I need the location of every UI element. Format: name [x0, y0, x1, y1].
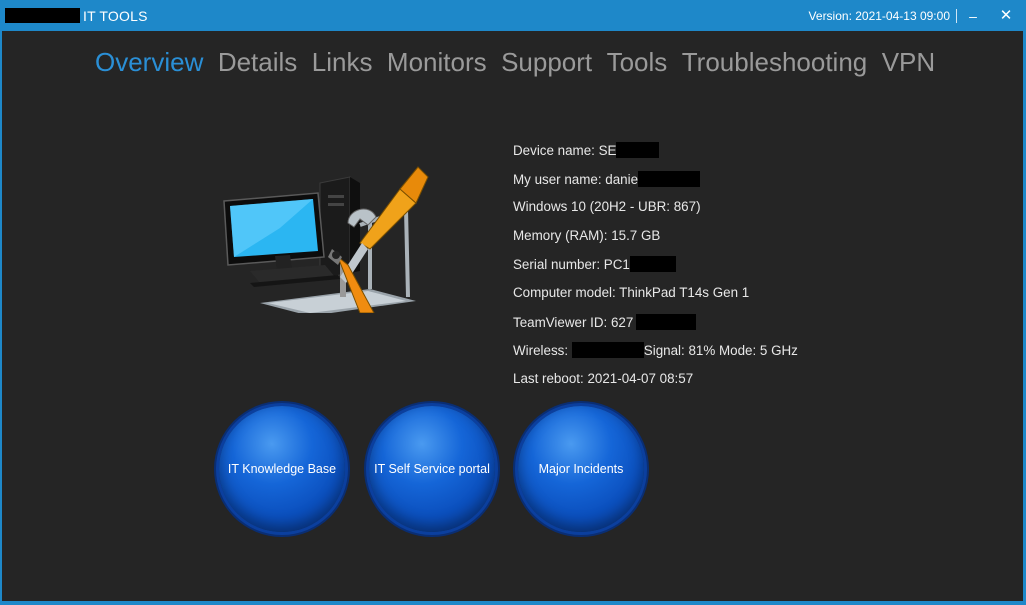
redaction: [629, 256, 676, 273]
version-label: Version: 2021-04-13 09:00: [808, 9, 950, 23]
title-divider: [956, 9, 957, 23]
teamviewer-label: TeamViewer ID: 627: [513, 314, 634, 330]
tab-tools[interactable]: Tools: [607, 47, 668, 78]
button-label: Major Incidents: [538, 462, 624, 476]
main-content: Overview Details Links Monitors Support …: [2, 31, 1023, 601]
serial-label: Serial number: PC1: [513, 257, 630, 273]
major-incidents-button[interactable]: Major Incidents: [518, 406, 644, 532]
it-self-service-portal-button[interactable]: IT Self Service portal: [369, 406, 495, 532]
user-name-row: My user name: danie: [513, 170, 798, 200]
app-window: IT TOOLS Version: 2021-04-13 09:00 – ✕ O…: [0, 0, 1026, 605]
wireless-row: Wireless: Signal: 81% Mode: 5 GHz: [513, 342, 798, 371]
redaction: [571, 342, 644, 359]
serial-row: Serial number: PC1: [513, 256, 798, 285]
wireless-label: Wireless:: [513, 343, 572, 359]
tab-vpn[interactable]: VPN: [882, 47, 935, 78]
wireless-signal: Signal: 81% Mode: 5 GHz: [643, 343, 798, 359]
it-knowledge-base-button[interactable]: IT Knowledge Base: [219, 406, 345, 532]
last-reboot-row: Last reboot: 2021-04-07 08:57: [513, 370, 694, 386]
close-button[interactable]: ✕: [993, 4, 1019, 28]
app-title: IT TOOLS: [83, 8, 148, 24]
os-row: Windows 10 (20H2 - UBR: 867): [513, 199, 701, 215]
model-row: Computer model: ThinkPad T14s Gen 1: [513, 284, 750, 300]
title-bar[interactable]: IT TOOLS Version: 2021-04-13 09:00 – ✕: [0, 0, 1026, 31]
tab-bar: Overview Details Links Monitors Support …: [95, 47, 945, 78]
redaction: [638, 170, 701, 187]
redaction: [636, 313, 697, 330]
tab-support[interactable]: Support: [501, 47, 592, 78]
tab-details[interactable]: Details: [218, 47, 297, 78]
device-name-row: Device name: SE: [513, 142, 798, 171]
minimize-button[interactable]: –: [960, 4, 986, 28]
tab-links[interactable]: Links: [312, 47, 373, 78]
teamviewer-row: TeamViewer ID: 627: [513, 313, 798, 343]
device-name-label: Device name: SE: [513, 143, 617, 158]
redacted-logo: [5, 8, 80, 23]
computer-with-tools-icon: [223, 166, 429, 313]
user-name-label: My user name: danie: [513, 171, 639, 187]
memory-row: Memory (RAM): 15.7 GB: [513, 227, 661, 243]
redaction: [616, 142, 660, 158]
button-label: IT Self Service portal: [374, 462, 490, 476]
button-label: IT Knowledge Base: [227, 462, 337, 476]
device-info-panel: Device name: SE My user name: danie Wind…: [513, 142, 798, 399]
tab-troubleshooting[interactable]: Troubleshooting: [682, 47, 868, 78]
tab-monitors[interactable]: Monitors: [387, 47, 487, 78]
tab-overview[interactable]: Overview: [95, 47, 203, 78]
